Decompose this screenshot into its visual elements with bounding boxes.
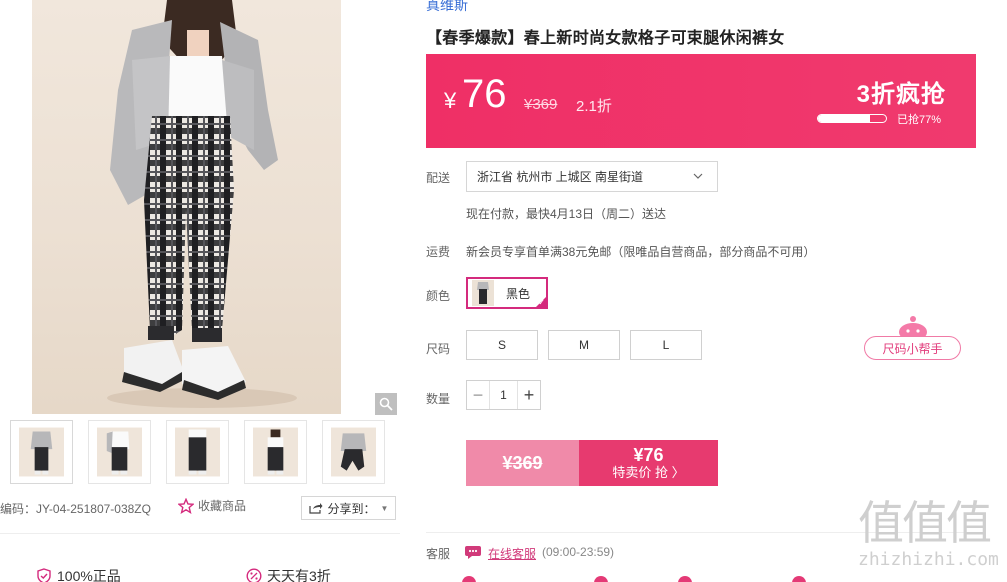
color-label: 颜色 [426,289,451,303]
checkmark-icon: ✓ [538,298,545,307]
discount-icon [246,568,262,582]
star-icon [178,497,194,514]
quantity-stepper: − + [466,380,541,410]
guarantee-discount: 天天有3折 [246,566,331,582]
color-option-label: 黑色 [506,286,531,301]
chat-icon [465,546,481,559]
currency-symbol: ¥ [444,88,457,113]
share-icon [308,503,323,514]
delivery-estimate: 现在付款，最快4月13日（周二）送达 [466,207,667,221]
thumbnail-strip [10,420,385,484]
original-price: ¥369 [524,96,558,113]
product-page: 编码：JY-04-251807-038ZQ 收藏商品 分享到： ▼ 100%正品… [0,0,1007,582]
buy-action-label: 特卖价 抢 〉 [612,465,685,480]
guarantee-label: 100%正品 [57,568,121,582]
thumbnail-image [175,427,220,477]
delivery-label: 配送 [426,171,451,185]
size-option-l[interactable]: L [630,330,702,360]
shipping-note: 新会员专享首单满38元免邮（限唯品自营商品，部分商品不可用） [466,245,816,259]
model-photo [107,0,297,408]
watermark-glyphs: 值值值 [858,496,992,550]
thumbnail-image [331,427,376,477]
buy-button[interactable]: ¥369 ¥76 特卖价 抢 〉 [466,440,718,486]
service-hours: (09:00-23:59) [542,545,615,559]
size-option-m[interactable]: M [548,330,620,360]
chevron-down-icon: ▼ [380,503,389,513]
service-label: 客服 [426,547,451,561]
guarantee-label: 天天有3折 [267,568,331,582]
address-value: 浙江省 杭州市 上城区 南星街道 [477,170,644,184]
sku-code: 编码：JY-04-251807-038ZQ [0,502,151,516]
favorite-button[interactable]: 收藏商品 [178,497,246,514]
bullet-dot [462,576,476,582]
sold-progress-bar [817,114,887,123]
shipping-label: 运费 [426,245,451,259]
thumbnail-image [97,427,142,477]
size-helper-button[interactable]: 尺码小帮手 [864,314,962,360]
magnifier-icon [379,397,393,411]
online-service-link[interactable]: 在线客服 [488,545,536,562]
thumbnail[interactable] [322,420,385,484]
price-banner: ¥ 76 ¥369 2.1折 3折疯抢 已抢77% [426,54,976,148]
buy-original-price: ¥369 [466,440,579,486]
increment-button[interactable]: + [518,381,540,409]
quantity-input[interactable] [489,381,518,409]
buy-sale-price: ¥76 [633,445,664,465]
sold-progress-text: 已抢77% [897,114,942,126]
thumbnail[interactable] [244,420,307,484]
shield-icon [37,568,51,582]
current-price: 76 [462,72,507,116]
thumbnail[interactable] [166,420,229,484]
brand-link[interactable]: 真维斯 [426,0,468,15]
buy-sale-panel: ¥76 特卖价 抢 〉 [579,440,718,486]
color-option-black[interactable]: 黑色 ✓ [466,277,548,309]
size-option-s[interactable]: S [466,330,538,360]
thumbnail[interactable] [88,420,151,484]
discount-rate: 2.1折 [576,98,612,115]
favorite-label: 收藏商品 [198,499,247,513]
thumbnail-image [253,427,298,477]
size-helper-label: 尺码小帮手 [864,336,961,360]
product-title: 【春季爆款】春上新时尚女款格子可束腿休闲裤女 [426,30,785,47]
guarantee-authentic: 100%正品 [36,566,121,582]
bullet-dot [594,576,608,582]
divider [0,533,400,534]
watermark: 值值值 zhizhizhi.com [858,497,1002,577]
divider [426,532,976,533]
chevron-down-icon [693,171,703,182]
sold-progress-fill [818,115,871,122]
zoom-button[interactable] [375,393,397,415]
bullet-dot [678,576,692,582]
address-select[interactable]: 浙江省 杭州市 上城区 南星街道 [466,161,718,192]
main-product-image [32,0,341,414]
color-swatch [472,280,494,306]
watermark-site: zhizhizhi.com [858,549,999,570]
thumbnail-image [19,427,64,477]
share-button[interactable]: 分享到： ▼ [301,496,396,520]
share-label: 分享到： [327,501,376,516]
thumbnail[interactable] [10,420,73,484]
size-label: 尺码 [426,342,451,356]
bullet-dot [792,576,806,582]
quantity-label: 数量 [426,392,451,406]
promo-title: 3折疯抢 [856,81,946,108]
decrement-button[interactable]: − [467,381,489,409]
